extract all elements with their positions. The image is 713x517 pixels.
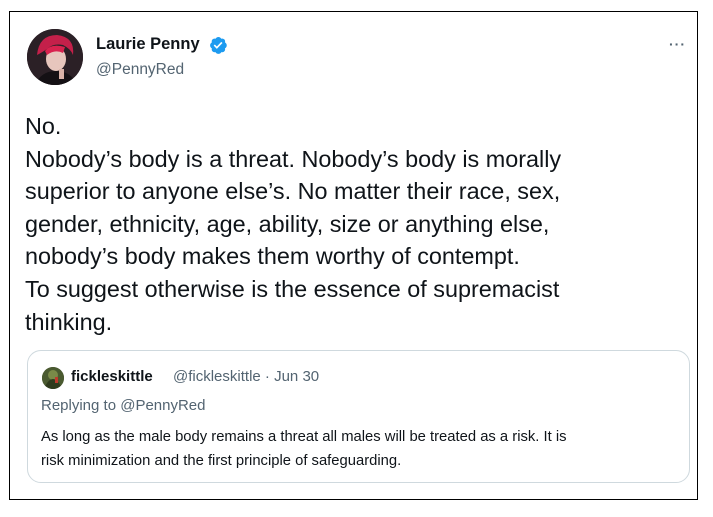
tweet-line: To suggest otherwise is the essence of s… <box>25 275 560 302</box>
tweet-line: gender, ethnicity, age, ability, size or… <box>25 210 550 237</box>
meta-separator: · <box>264 368 270 385</box>
verified-badge-icon <box>210 36 227 54</box>
replying-to: Replying to @PennyRed <box>41 397 206 414</box>
tweet-line: thinking. <box>25 308 113 335</box>
replying-mention[interactable]: @PennyRed <box>120 397 205 414</box>
quoted-author-name[interactable]: fickleskittle <box>71 368 153 385</box>
quoted-line: As long as the male body remains a threa… <box>41 429 567 445</box>
tweet-line: superior to anyone else’s. No matter the… <box>25 178 561 205</box>
quoted-meta: @fickleskittle · Jun 30 <box>173 368 319 385</box>
quoted-tweet[interactable]: fickleskittle @fickleskittle · Jun 30 Re… <box>27 350 690 483</box>
tweet-card: Laurie Penny @PennyRed ··· No. Nobody’s … <box>9 11 698 500</box>
quoted-author-handle[interactable]: @fickleskittle <box>173 368 261 385</box>
replying-prefix: Replying to <box>41 397 117 414</box>
quoted-line: risk minimization and the first principl… <box>41 453 402 469</box>
quoted-text: As long as the male body remains a threa… <box>41 425 681 473</box>
more-options-icon[interactable]: ··· <box>669 36 686 52</box>
author-avatar[interactable] <box>27 29 83 85</box>
author-handle[interactable]: @PennyRed <box>96 61 184 79</box>
tweet-line: No. <box>25 113 62 139</box>
tweet-text: No. Nobody’s body is a threat. Nobody’s … <box>25 110 685 338</box>
quoted-date[interactable]: Jun 30 <box>274 368 319 385</box>
quoted-avatar <box>42 367 64 389</box>
tweet-line: nobody’s body makes them worthy of conte… <box>25 243 520 270</box>
author-name[interactable]: Laurie Penny <box>96 35 200 54</box>
tweet-line: Nobody’s body is a threat. Nobody’s body… <box>25 145 562 172</box>
